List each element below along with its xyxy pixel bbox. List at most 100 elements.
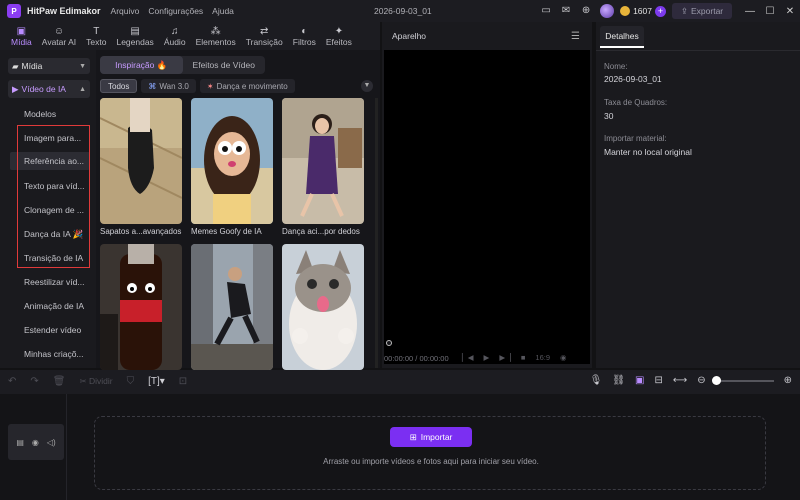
sidebar-item[interactable]: Estender vídeo [24,325,81,335]
chip-todos[interactable]: Todos [100,79,138,93]
play-icon[interactable]: ▶ [484,353,490,362]
zoom-slider[interactable] [711,375,774,385]
feedback-icon[interactable]: ✉ [560,5,572,17]
tab-m-dia[interactable]: ▣ Mídia [6,22,37,50]
template-card[interactable]: Sapatos a...avançados [100,98,182,236]
sidebar-ai-video[interactable]: ▶ Vídeo de IA ▲ [8,80,90,98]
zoom-in-icon[interactable]: ⊕ [784,375,792,386]
zoom-out-icon[interactable]: ⊖ [697,375,705,386]
timeline-area: ▤ ◉ ◁) ⊞ Importar Arraste ou importe víd… [0,394,800,500]
shield-icon[interactable]: ⛉ [127,376,135,387]
sidebar-media-dropdown[interactable]: ▰ Mídia ▼ [8,58,90,74]
visibility-icon[interactable]: ◉ [32,438,39,447]
track-icon[interactable]: ▤ [16,438,24,447]
sidebar-media-label: Mídia [21,61,43,71]
export-button[interactable]: ⇪ Exportar [672,3,732,19]
download-icon[interactable]: ⊕ [580,5,592,17]
menu-icon[interactable]: ☰ [571,31,580,42]
app-name: HitPaw Edimakor [27,6,101,16]
zoom-slider-knob[interactable] [711,375,721,385]
tab-detalhes[interactable]: Detalhes [600,26,644,48]
menu-ajuda[interactable]: Ajuda [212,6,234,16]
sidebar-item[interactable]: Referência ao... [10,152,90,170]
preview-time: 00:00:00 / 00:00:00 [384,354,449,363]
magnet-icon[interactable]: ▣ [635,375,644,386]
template-label: Memes Goofy de IA [191,227,262,236]
title-bar: P HitPaw Edimakor Arquivo Configurações … [0,0,800,22]
user-avatar[interactable] [600,4,615,18]
tab-efeitos-video[interactable]: Efeitos de Vídeo [183,56,266,74]
tab-legendas[interactable]: ▤ Legendas [111,22,158,50]
tab-texto[interactable]: T Texto [81,22,111,50]
tab-filtros[interactable]: ◐ Filtros [288,22,321,50]
add-credits-icon[interactable]: + [655,5,666,17]
stop-icon[interactable]: ■ [521,353,526,362]
sidebar-item[interactable]: Minhas criaçõ... [24,349,84,359]
template-card[interactable] [100,244,182,370]
preview-screen[interactable] [384,50,590,364]
text-tool-icon[interactable]: [T]▾ [148,376,165,387]
chevron-down-icon[interactable]: ▼ [361,80,373,92]
playhead-handle[interactable] [386,340,392,346]
details-panel: Detalhes Nome: 2026-09-03_01 Taxa de Qua… [596,22,800,368]
sidebar-ai-video-label: Vídeo de IA [21,84,66,94]
main-toolbar: ▣ Mídia ☺ Avatar AI T Texto ▤ Legendas ♫ Áudio ⁂ El… [0,22,380,50]
split-button[interactable]: ✂ Dividir [79,376,112,387]
media-dropzone[interactable]: ⊞ Importar Arraste ou importe vídeos e f… [94,416,766,490]
menu-arquivo[interactable]: Arquivo [111,6,140,16]
fps-label: Taxa de Quadros: [604,98,668,107]
template-card[interactable]: Dança aci...por dedos [282,98,364,236]
project-title: 2026-09-03_01 [374,6,432,16]
microphone-icon[interactable]: 🎙 [590,375,603,386]
tab-elementos[interactable]: ⁂ Elementos [191,22,241,50]
undo-icon[interactable]: ↶ [8,376,16,387]
dance-icon: ✶ [206,81,214,91]
aspect-ratio[interactable]: 16:9 [535,353,550,362]
close-icon[interactable]: ✕ [780,6,800,17]
template-card[interactable] [191,244,273,370]
track-header: ▤ ◉ ◁) [8,424,64,460]
crop-icon[interactable]: ⊡ [179,376,187,387]
folder-icon: ▰ [12,60,19,71]
link-icon[interactable]: ⛓ [612,375,625,386]
chip-danca[interactable]: ✶ Dança e movimento [199,79,295,93]
sidebar-item[interactable]: Clonagem de ... [24,205,84,215]
sidebar-item[interactable]: Reestilizar víd... [24,277,84,287]
fps-value: 30 [604,111,614,121]
template-card[interactable] [282,244,364,370]
volume-icon[interactable]: ◁) [47,438,56,447]
transition-icon: ⇄ [260,25,269,37]
tab-inspiracao[interactable]: Inspiração 🔥 [100,56,183,74]
layout-icon[interactable]: ▭ [540,5,552,17]
tab-avatar-ai[interactable]: ☺ Avatar AI [37,22,81,50]
next-frame-icon[interactable]: ▶▕ [499,353,511,362]
tab-label: Legendas [116,36,154,47]
sidebar-item[interactable]: Dança da IA 🎉 [24,229,83,240]
tab--udio[interactable]: ♫ Áudio [159,22,191,50]
sidebar-item[interactable]: Imagem para... [24,133,81,143]
tab-transi-o[interactable]: ⇄ Transição [241,22,288,50]
filter-chips: Todos ⌘ Wan 3.0 ✶ Dança e movimento [100,79,295,93]
sidebar-item[interactable]: Transição de IA [24,253,83,263]
delete-icon[interactable]: 🗑 [53,376,66,387]
template-card[interactable]: Memes Goofy de IA [191,98,273,236]
preview-header: Aparelho ☰ [382,22,592,50]
menu-bar: Arquivo Configurações Ajuda [111,6,234,16]
maximize-icon[interactable]: ☐ [760,6,780,17]
split-view-icon[interactable]: ⊟ [654,375,662,386]
tab-efeitos[interactable]: ✦ Efeitos [321,22,357,50]
sidebar-item[interactable]: Texto para víd... [24,181,84,191]
library-sidebar: ▰ Mídia ▼ ▶ Vídeo de IA ▲ Modelos Imagem … [0,50,96,368]
sidebar-item[interactable]: Modelos [24,109,56,119]
library-scrollbar[interactable] [375,98,378,368]
prev-frame-icon[interactable]: ▏◀ [462,353,474,362]
minimize-icon[interactable]: — [740,6,760,17]
fit-icon[interactable]: ⟷ [673,375,687,386]
sidebar-item[interactable]: Animação de IA [24,301,84,311]
redo-icon[interactable]: ↷ [30,376,38,387]
import-button[interactable]: ⊞ Importar [390,427,472,447]
snapshot-icon[interactable]: ◉ [560,353,567,362]
credits-display[interactable]: 1607 + [620,5,666,17]
menu-configuracoes[interactable]: Configurações [148,6,203,16]
chip-wan[interactable]: ⌘ Wan 3.0 [141,79,196,93]
